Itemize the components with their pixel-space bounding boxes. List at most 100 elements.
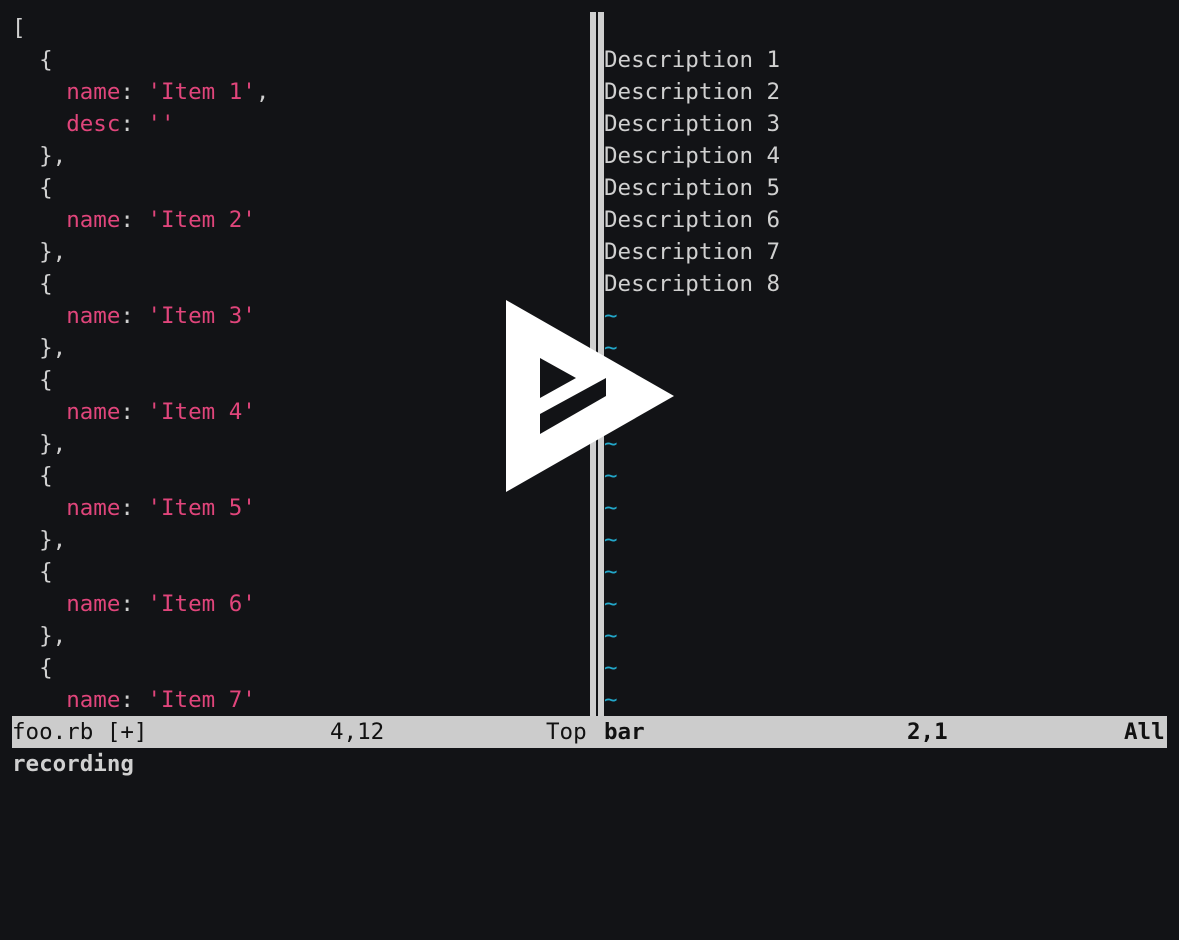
code-line: name: 'Item 4' xyxy=(12,396,590,428)
code-string: 'Item 4' xyxy=(147,399,256,425)
code-key: name xyxy=(66,303,121,329)
code-string: 'Item 1' xyxy=(147,79,256,105)
text-line: Description 4 xyxy=(604,143,781,169)
code-line: name: 'Item 5' xyxy=(12,492,590,524)
code-line: name: 'Item 3' xyxy=(12,300,590,332)
text-line: Description 2 xyxy=(604,79,781,105)
code-punct: : xyxy=(120,111,148,137)
status-line: foo.rb [+] 4,12 Top bar 2,1 All xyxy=(12,716,1167,748)
code-string: 'Item 2' xyxy=(147,207,256,233)
code-punct: }, xyxy=(12,239,67,265)
code-punct xyxy=(12,111,66,137)
empty-line-marker: ~ xyxy=(604,335,618,361)
command-line-recording: recording xyxy=(12,751,134,777)
play-icon[interactable] xyxy=(506,300,676,494)
code-line: { xyxy=(12,44,590,76)
code-key: name xyxy=(66,79,121,105)
left-scroll-indicator: Top xyxy=(546,719,587,745)
code-line: }, xyxy=(12,524,590,556)
code-string: 'Item 3' xyxy=(147,303,256,329)
code-punct: { xyxy=(12,559,53,585)
empty-line-marker: ~ xyxy=(604,591,618,617)
code-punct: : xyxy=(120,687,148,713)
code-punct xyxy=(12,79,66,105)
code-line: name: 'Item 2' xyxy=(12,204,590,236)
empty-line-marker: ~ xyxy=(604,655,618,681)
code-punct: [ xyxy=(12,15,26,41)
empty-line-marker: ~ xyxy=(604,623,618,649)
code-punct: { xyxy=(12,463,53,489)
empty-line-marker: ~ xyxy=(604,559,618,585)
code-line: { xyxy=(12,364,590,396)
code-punct: }, xyxy=(12,623,67,649)
text-line xyxy=(604,12,1167,44)
code-string: 'Item 6' xyxy=(147,591,256,617)
code-punct: { xyxy=(12,271,53,297)
code-line: { xyxy=(12,460,590,492)
code-punct: { xyxy=(12,655,53,681)
code-line: name: 'Item 1', xyxy=(12,76,590,108)
code-punct xyxy=(12,399,66,425)
code-line: }, xyxy=(12,236,590,268)
code-key: name xyxy=(66,399,121,425)
code-line: name: 'Item 7' xyxy=(12,684,590,716)
empty-line-marker: ~ xyxy=(604,364,1167,396)
code-punct: }, xyxy=(12,527,67,553)
code-key: desc xyxy=(66,111,121,137)
code-punct: }, xyxy=(12,431,67,457)
code-punct: { xyxy=(12,367,53,393)
code-string: 'Item 5' xyxy=(147,495,256,521)
left-cursor-position: 4,12 xyxy=(330,719,385,745)
code-punct: , xyxy=(255,79,270,105)
code-punct: : xyxy=(120,207,148,233)
right-cursor-position: 2,1 xyxy=(907,719,948,745)
code-punct xyxy=(12,687,66,713)
text-line: Description 6 xyxy=(604,207,781,233)
code-punct: }, xyxy=(12,335,67,361)
empty-line-marker: ~ xyxy=(604,687,618,713)
code-line: { xyxy=(12,556,590,588)
right-scroll-indicator: All xyxy=(1124,719,1165,745)
empty-line-marker: ~ xyxy=(604,495,618,521)
code-key: name xyxy=(66,495,121,521)
code-punct: }, xyxy=(12,143,67,169)
code-punct: { xyxy=(12,47,53,73)
right-editor-pane[interactable]: Description 1 Description 2 Description 3 D… xyxy=(604,12,1167,716)
code-line: { xyxy=(12,652,590,684)
text-line: Description 5 xyxy=(604,175,781,201)
text-line: Description 7 xyxy=(604,239,781,265)
text-line: Description 8 xyxy=(604,271,781,297)
code-line: }, xyxy=(12,140,590,172)
code-key: name xyxy=(66,591,121,617)
code-punct: : xyxy=(120,591,148,617)
code-line: }, xyxy=(12,620,590,652)
code-line: { xyxy=(12,172,590,204)
code-line: }, xyxy=(12,428,590,460)
code-key: name xyxy=(66,207,121,233)
left-file-name: foo.rb [+] xyxy=(12,719,148,745)
code-line: }, xyxy=(12,332,590,364)
left-editor-pane[interactable]: [ { name: 'Item 1', desc: '' }, { name: … xyxy=(12,12,590,716)
text-line: Description 1 xyxy=(604,47,781,73)
code-string: '' xyxy=(147,111,175,137)
code-line: [ xyxy=(12,12,590,44)
code-line: desc: '' xyxy=(12,108,590,140)
empty-line-marker: ~ xyxy=(604,303,618,329)
empty-line-marker: ~ xyxy=(604,463,618,489)
code-key: name xyxy=(66,687,121,713)
code-punct xyxy=(12,207,66,233)
code-line: name: 'Item 6' xyxy=(12,588,590,620)
code-line: { xyxy=(12,268,590,300)
code-punct: : xyxy=(120,79,148,105)
code-punct xyxy=(12,591,66,617)
empty-line-marker: ~ xyxy=(604,431,618,457)
code-punct: : xyxy=(120,303,148,329)
code-punct xyxy=(12,303,66,329)
code-punct: : xyxy=(120,495,148,521)
code-string: 'Item 7' xyxy=(147,687,256,713)
right-file-name: bar xyxy=(604,719,645,745)
empty-line-marker: ~ xyxy=(604,527,618,553)
code-punct: : xyxy=(120,399,148,425)
empty-line-marker: ~ xyxy=(604,396,1167,428)
code-punct xyxy=(12,495,66,521)
